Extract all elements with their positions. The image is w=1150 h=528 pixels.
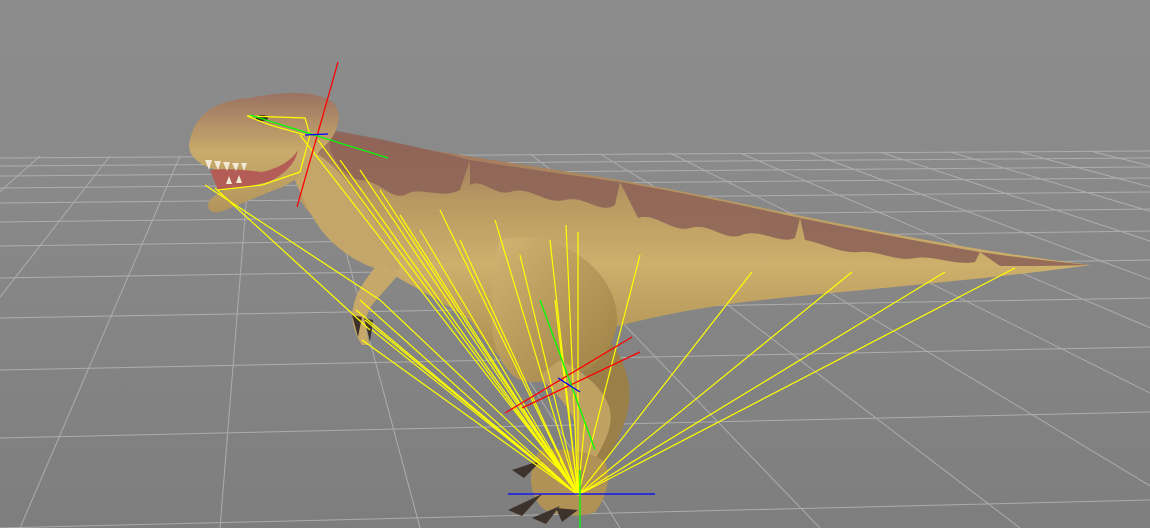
trex-model[interactable]	[189, 93, 1090, 524]
3d-viewport[interactable]	[0, 0, 1150, 528]
viewport-canvas[interactable]	[0, 0, 1150, 528]
